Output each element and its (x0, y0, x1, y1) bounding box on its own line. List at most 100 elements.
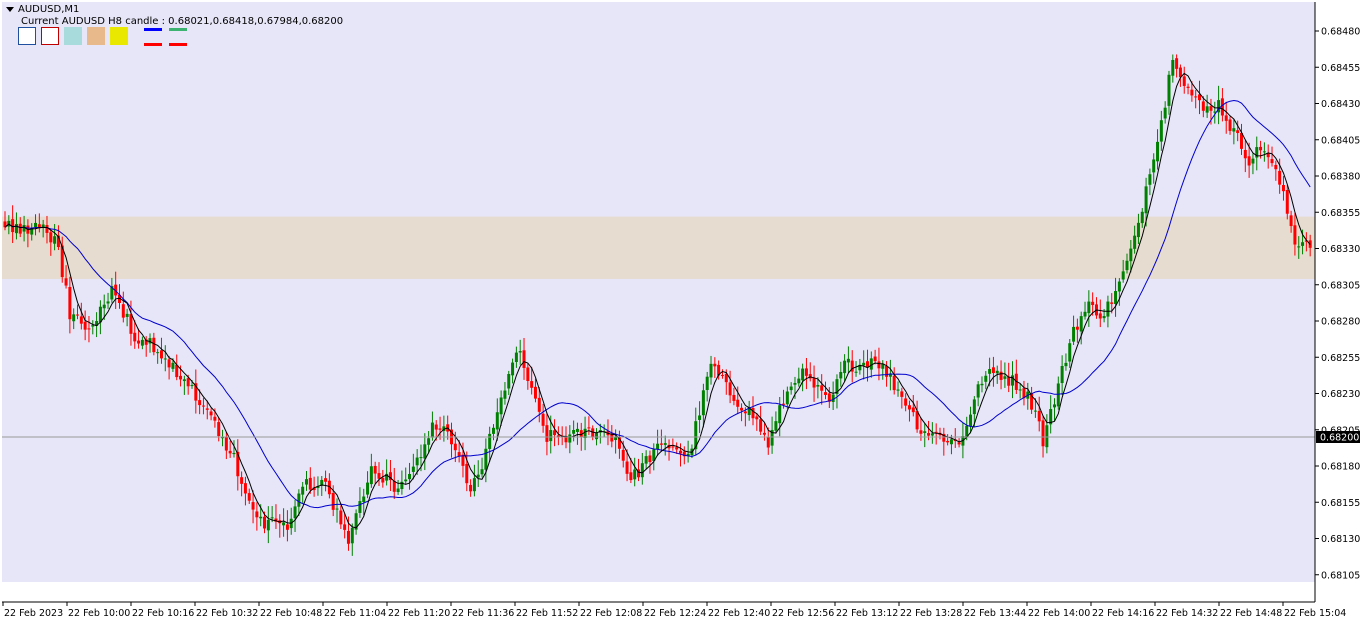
candle-body (1052, 404, 1056, 408)
x-tick-label: 22 Feb 14:32 (1156, 608, 1218, 619)
x-tick-label: 22 Feb 11:20 (388, 608, 450, 619)
candle-body (346, 530, 350, 544)
legend-line-glyph (169, 43, 187, 46)
candle-body (171, 362, 175, 369)
candle-body (251, 502, 255, 510)
candle-body (656, 443, 660, 450)
current-price-tag: 0.68200 (1316, 431, 1360, 444)
x-tick-label: 22 Feb 14:48 (1220, 608, 1282, 619)
candle-body (373, 465, 377, 474)
candle-body (480, 469, 484, 475)
candle-body (1121, 271, 1125, 280)
candle-body (83, 321, 87, 330)
candle-body (659, 443, 663, 445)
candle-body (751, 407, 755, 419)
x-tick-label: 22 Feb 12:24 (644, 608, 706, 619)
candle-body (34, 222, 38, 228)
candle-body (671, 446, 675, 448)
candle-body (259, 516, 263, 519)
candle-body (1106, 301, 1110, 317)
y-tick-label: 0.68330 (1321, 244, 1360, 255)
red-outline-swatch[interactable] (41, 27, 59, 45)
candle-body (1156, 141, 1160, 162)
candle-body (76, 314, 80, 316)
candle-body (1091, 301, 1095, 306)
candle-body (1228, 119, 1232, 131)
candle-body (438, 428, 442, 430)
candle-body (843, 360, 847, 374)
candle-body (804, 368, 808, 376)
candle-body (339, 510, 343, 525)
candle-body (514, 352, 518, 363)
candle-body (1274, 164, 1278, 170)
candle-body (106, 301, 110, 304)
candle-body (190, 385, 194, 387)
candle-body (266, 519, 270, 531)
candle-body (522, 350, 526, 368)
candle-body (766, 436, 770, 448)
candle-body (369, 466, 373, 485)
y-tick-label: 0.68305 (1321, 280, 1360, 291)
candle-body (1236, 130, 1240, 134)
y-tick-label: 0.68405 (1321, 135, 1360, 146)
x-tick-label: 22 Feb 14:16 (1092, 608, 1154, 619)
candle-body (201, 405, 205, 407)
candle-body (507, 373, 511, 389)
candle-body (1018, 389, 1022, 391)
candle-body (68, 286, 72, 320)
y-tick-label: 0.68180 (1321, 462, 1360, 473)
candle-body (152, 337, 156, 353)
price-chart[interactable]: 0.68480 0.68455 0.68430 0.68405 0.68380 0.683… (0, 0, 1362, 624)
candle-body (91, 325, 95, 327)
candle-body (14, 224, 18, 234)
candle-body (816, 384, 820, 387)
white-swatch[interactable] (18, 27, 36, 45)
candle-body (1098, 313, 1102, 319)
candle-body (297, 493, 301, 507)
candle-body (831, 394, 835, 402)
candle-body (778, 405, 782, 424)
candle-body (759, 419, 763, 432)
x-tick-label: 22 Feb 10:32 (196, 608, 258, 619)
candle-body (1182, 76, 1186, 86)
candle-body (698, 415, 702, 420)
candle-body (1087, 301, 1091, 314)
yellow-swatch[interactable] (110, 27, 128, 45)
candle-body (491, 427, 495, 434)
candle-body (282, 522, 286, 526)
candle-body (1003, 376, 1007, 379)
candle-body (53, 236, 57, 244)
light-cyan-swatch[interactable] (64, 27, 82, 45)
candle-body (907, 405, 911, 410)
candle-body (499, 397, 503, 415)
candle-body (179, 375, 183, 380)
candle-body (644, 456, 648, 464)
candle-body (885, 365, 889, 377)
candle-body (915, 411, 919, 430)
collapse-triangle-icon[interactable] (6, 7, 14, 12)
candle-body (457, 452, 461, 457)
y-tick-label: 0.68355 (1321, 208, 1360, 219)
x-tick-label: 22 Feb 13:12 (836, 608, 898, 619)
candle-body (1297, 246, 1301, 248)
candle-body (1011, 375, 1015, 386)
candle-body (1247, 156, 1251, 166)
candle-body (854, 371, 858, 373)
candle-body (255, 511, 259, 518)
candle-body (232, 452, 236, 455)
candle-body (434, 424, 438, 430)
candle-body (927, 433, 931, 436)
candle-body (526, 367, 530, 382)
candle-body (121, 304, 125, 318)
candle-body (205, 408, 209, 410)
candle-body (740, 407, 744, 411)
legend-line-glyph (144, 28, 162, 31)
candle-body (1045, 425, 1049, 448)
candle-body (79, 316, 83, 324)
candle-body (228, 450, 232, 454)
candle-body (125, 313, 129, 317)
candle-body (709, 363, 713, 378)
tan-swatch[interactable] (87, 27, 105, 45)
candle-body (728, 382, 732, 396)
candle-body (774, 421, 778, 431)
